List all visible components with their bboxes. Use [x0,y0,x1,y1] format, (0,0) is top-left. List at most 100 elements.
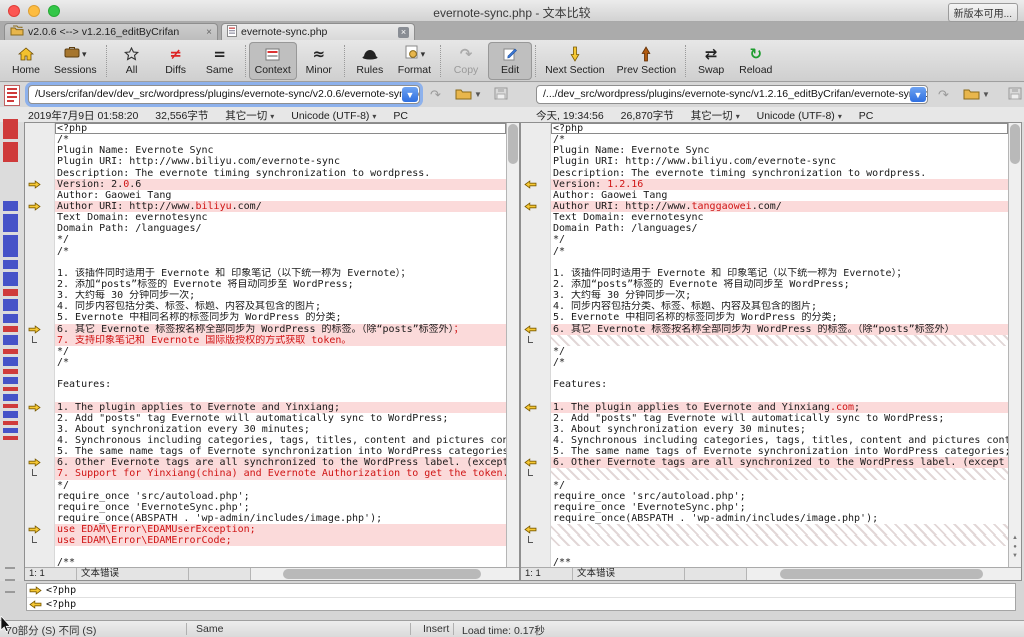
code-line[interactable]: 2. 添加“posts”标签的 Evernote 将自动同步至 WordPres… [521,278,1008,291]
code-line[interactable]: */ [25,479,506,491]
code-line[interactable]: 3. About synchronization every 30 minute… [521,423,1008,435]
code-line[interactable]: 4. 同步内容包括分类、标签、标题、内容及其包含的图片; [521,301,1008,313]
reload-button[interactable]: ↻ Reload [733,42,778,80]
scroll-to-diff-buttons[interactable]: ▲ ● ▼ [1009,534,1021,561]
code-line[interactable]: */ [25,345,506,357]
code-line[interactable]: */ [521,345,1008,357]
caret-down-icon[interactable]: ▼ [474,90,482,99]
close-tab-icon[interactable]: × [398,26,409,38]
code-line[interactable]: /* [25,356,506,369]
code-line[interactable]: 6. Other Evernote tags are all synchroni… [25,457,506,469]
code-line[interactable]: */ [25,234,506,246]
code-line[interactable]: Domain Path: /languages/ [25,223,506,235]
show-all-button[interactable]: All [110,42,154,80]
close-tab-icon[interactable]: × [206,27,212,38]
code-line[interactable]: 7. 支持印象笔记和 Evernote 国际版授权的方式获取 token。 [25,334,506,346]
rules-button[interactable]: Rules [348,42,392,80]
code-line[interactable] [25,390,506,402]
code-line[interactable]: Domain Path: /languages/ [521,223,1008,235]
code-line[interactable] [521,390,1008,402]
swap-button[interactable]: ⇄ Swap [689,42,733,80]
code-line[interactable]: require_once 'src/autoload.php'; [25,490,506,502]
code-line[interactable] [25,256,506,268]
chevron-down-icon[interactable]: ▼ [910,87,926,102]
left-vertical-scrollbar[interactable] [506,123,519,567]
format-button[interactable]: ▾ Format [392,42,437,80]
code-line[interactable]: Author URI: http://www.tanggaowei.com/ [521,200,1008,213]
code-line[interactable]: 6. 其它 Evernote 标签按名称全部同步为 WordPress 的标签。… [521,323,1008,335]
code-line[interactable]: Plugin Name: Evernote Sync [25,145,506,157]
code-line[interactable]: 6. Other Evernote tags are all synchroni… [521,457,1008,469]
right-path-combo[interactable]: /.../dev_src/wordpress/plugins/evernote-… [536,85,928,104]
code-line[interactable]: /** [521,557,1008,567]
code-line[interactable] [521,256,1008,268]
code-line[interactable]: Text Domain: evernotesync [25,212,506,224]
tab-session-list[interactable]: v2.0.6 <--> v1.2.16_editByCrifan × [4,23,218,40]
code-line[interactable]: /* [521,356,1008,369]
code-line[interactable]: Plugin URI: http://www.biliyu.com/everno… [25,156,506,168]
right-vertical-scrollbar[interactable]: ▲ ● ▼ [1008,123,1021,567]
left-filter-dropdown[interactable]: 其它一切 [225,110,274,122]
next-section-button[interactable]: Next Section [539,42,611,80]
diff-overview-map[interactable] [0,115,24,593]
sessions-button[interactable]: ▾ Sessions [48,42,103,80]
code-line[interactable]: Version: 1.2.16 [521,178,1008,190]
code-line[interactable]: */ [521,479,1008,491]
left-code-view[interactable]: <?php /* Plugin Name: Evernote Sync Plugin … [25,123,506,567]
right-filter-dropdown[interactable]: 其它一切 [691,110,740,122]
code-line[interactable] [25,546,506,558]
scrollbar-thumb[interactable] [779,569,983,579]
code-line[interactable] [521,334,1008,346]
code-line[interactable] [521,546,1008,558]
new-version-button[interactable]: 新版本可用... [947,3,1018,22]
code-line[interactable]: 6. 其它 Evernote 标签按名称全部同步为 WordPress 的标签。… [25,323,506,335]
scrollbar-thumb[interactable] [1010,124,1020,164]
code-line[interactable]: */ [521,234,1008,246]
code-line[interactable]: 5. Evernote 中相同名称的标签同步为 WordPress 的分类; [521,312,1008,324]
right-line-detail[interactable]: <?php [27,597,1015,610]
code-line[interactable]: 3. About synchronization every 30 minute… [25,423,506,435]
code-line[interactable]: <?php [25,123,506,135]
code-line[interactable]: Author URI: http://www.biliyu.com/ [25,200,506,213]
code-line[interactable] [521,468,1008,480]
caret-down-icon[interactable]: ▼ [982,90,990,99]
scrollbar-thumb[interactable] [283,569,482,579]
code-line[interactable]: Features: [521,379,1008,391]
code-line[interactable]: Author: Gaowei Tang [25,189,506,201]
minor-button[interactable]: ≈ Minor [297,42,341,80]
code-line[interactable]: 5. The same name tags of Evernote synchr… [25,446,506,458]
code-line[interactable]: 1. 该插件同时适用于 Evernote 和 印象笔记（以下统一称为 Evern… [521,267,1008,279]
code-line[interactable]: Description: The evernote timing synchro… [25,167,506,179]
code-line[interactable]: /** [25,557,506,567]
code-line[interactable] [521,524,1008,536]
right-code-view[interactable]: <?php/* Plugin Name: Evernote Sync Plugin … [521,123,1008,567]
code-line[interactable]: Plugin URI: http://www.biliyu.com/everno… [521,156,1008,168]
code-line[interactable]: require_once(ABSPATH . 'wp-admin/include… [25,512,506,525]
chevron-down-icon[interactable]: ▼ [402,87,418,102]
left-line-detail[interactable]: <?php [27,584,1015,597]
code-line[interactable]: 4. Synchronous including categories, tag… [25,434,506,447]
code-line[interactable]: use EDAM\Error\EDAMErrorCode; [25,535,506,547]
code-line[interactable]: 7. Support for Yinxiang(china) and Evern… [25,468,506,480]
code-line[interactable]: Version: 2.0.6 [25,178,506,190]
left-encoding-dropdown[interactable]: Unicode (UTF-8) [291,110,376,122]
context-button[interactable]: Context [248,41,297,80]
code-line[interactable]: 3. 大约每 30 分钟同步一次; [25,290,506,302]
code-line[interactable]: /* [521,245,1008,257]
code-line[interactable]: require_once(ABSPATH . 'wp-admin/include… [521,512,1008,525]
browse-folder-icon[interactable] [455,87,472,105]
tab-text-compare[interactable]: evernote-sync.php × [221,23,415,40]
code-line[interactable]: 5. The same name tags of Evernote synchr… [521,446,1008,458]
scrollbar-thumb[interactable] [508,124,518,164]
code-line[interactable]: 2. Add "posts" tag Evernote will automat… [521,412,1008,424]
right-horizontal-scrollbar[interactable] [747,568,1021,580]
code-line[interactable]: /* [25,245,506,257]
code-line[interactable]: require_once 'src/autoload.php'; [521,490,1008,502]
show-diffs-button[interactable]: ≠ Diffs [154,42,198,80]
code-line[interactable]: /* [521,134,1008,146]
code-line[interactable]: 3. 大约每 30 分钟同步一次; [521,290,1008,302]
right-encoding-dropdown[interactable]: Unicode (UTF-8) [757,110,842,122]
code-line[interactable]: 1. 该插件同时适用于 Evernote 和 印象笔记（以下统一称为 Evern… [25,267,506,279]
code-line[interactable]: 4. Synchronous including categories, tag… [521,434,1008,447]
code-line[interactable]: 4. 同步内容包括分类、标签、标题、内容及其包含的图片; [25,301,506,313]
